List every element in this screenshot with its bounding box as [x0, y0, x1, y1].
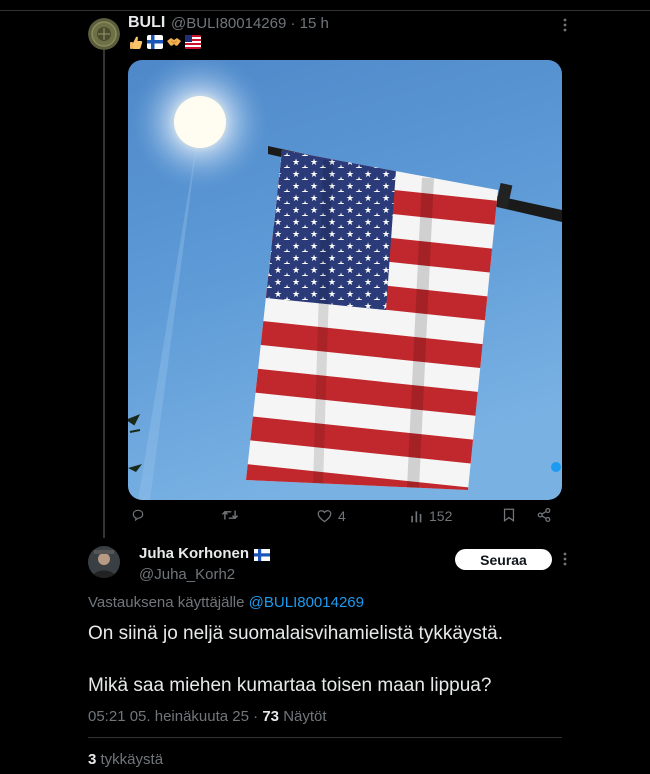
finnish-flag-icon: [254, 548, 271, 561]
post-time[interactable]: 15 h: [300, 15, 329, 32]
thread-line: [103, 50, 105, 538]
heart-icon: [317, 510, 332, 523]
reply-more-icon[interactable]: [560, 552, 570, 566]
post-actions-bar: 4 152: [128, 508, 562, 528]
juha-avatar[interactable]: [88, 546, 120, 578]
buli-avatar[interactable]: [88, 18, 120, 50]
like-button[interactable]: 4: [317, 508, 346, 524]
top-divider: [0, 10, 650, 11]
views-icon: [411, 510, 422, 522]
reply-likes-count: 3: [88, 751, 97, 768]
post-more-icon[interactable]: [560, 18, 570, 32]
post-author-handle[interactable]: @BULI80014269: [171, 15, 286, 32]
reply-text-line-1: On siinä jo neljä suomalaisvihamielistä …: [88, 623, 504, 644]
views-button[interactable]: 152: [410, 508, 452, 524]
reply-author-name-row[interactable]: Juha Korhonen 🇫🇮: [139, 545, 271, 562]
reply-author-handle[interactable]: @Juha_Korh2: [139, 566, 235, 583]
post-author-meta: @BULI80014269 · 15 h: [171, 15, 329, 32]
post-author-name[interactable]: BULI: [128, 14, 165, 32]
post-image[interactable]: ★ ★: [128, 60, 562, 500]
post-emoji-text: 👍🇫🇮🤝🇺🇸: [128, 35, 201, 49]
finnish-flag-icon: [147, 35, 163, 49]
notification-dot: [551, 462, 561, 472]
reply-likes-label: tykkäystä: [100, 751, 164, 768]
thumbs-up-icon: [128, 35, 144, 49]
handshake-icon: [166, 35, 182, 49]
replying-to-link[interactable]: @BULI80014269: [249, 594, 364, 611]
reply-text-line-2: Mikä saa miehen kumartaa toisen maan lip…: [88, 675, 492, 696]
share-button[interactable]: [537, 508, 551, 522]
replying-to: Vastauksena käyttäjälle @BULI80014269: [88, 594, 364, 611]
reply-views-label: Näytöt: [283, 708, 327, 725]
meta-separator: ·: [290, 15, 296, 32]
reply-timestamp[interactable]: 05:21 05. heinäkuuta 25: [88, 708, 249, 725]
share-icon: [537, 508, 551, 522]
meta-dot: ·: [253, 708, 259, 725]
reply-views-count: 73: [262, 708, 280, 725]
reply-icon: [132, 509, 144, 522]
reply-meta: 05:21 05. heinäkuuta 25 · 73 Näytöt: [88, 708, 327, 725]
us-flag-icon: [185, 35, 201, 49]
reply-button[interactable]: [131, 508, 145, 522]
views-count: 152: [429, 508, 453, 524]
retweet-icon: [221, 510, 239, 520]
bookmark-button[interactable]: [503, 508, 515, 522]
reply-likes[interactable]: 3 tykkäystä: [88, 751, 163, 768]
stats-divider: [88, 737, 562, 738]
reply-author-name[interactable]: Juha Korhonen: [139, 545, 249, 562]
like-count: 4: [338, 508, 346, 524]
repost-button[interactable]: [221, 508, 239, 522]
bookmark-icon: [503, 508, 515, 522]
follow-button[interactable]: Seuraa: [455, 549, 552, 570]
replying-prefix: Vastauksena käyttäjälle: [88, 594, 245, 611]
